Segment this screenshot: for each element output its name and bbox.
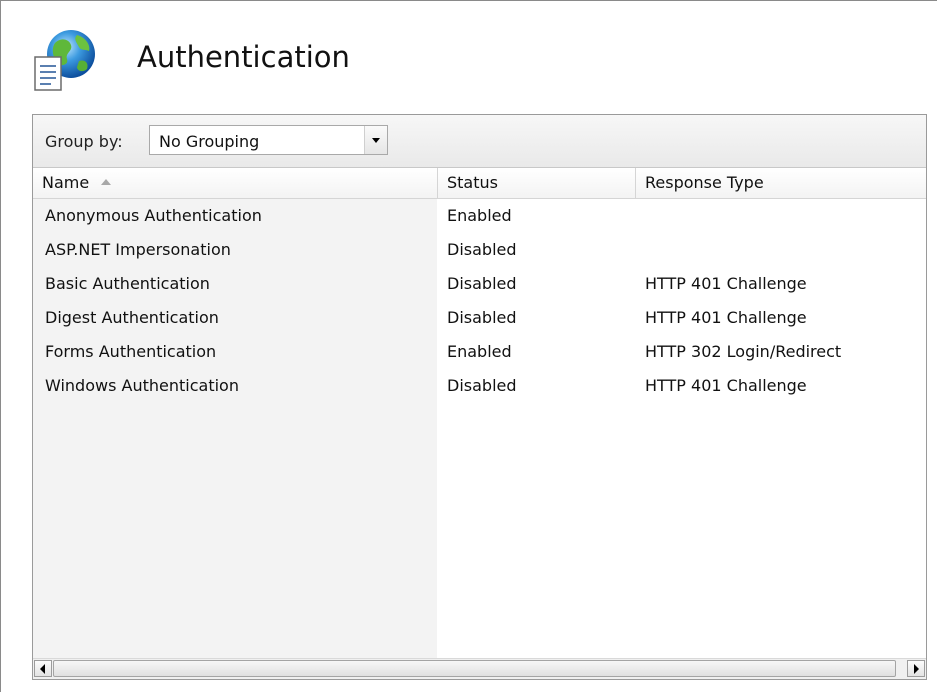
chevron-down-icon[interactable] [364,126,387,154]
row-status: Disabled [447,376,517,395]
table-row[interactable]: Forms Authentication Enabled HTTP 302 Lo… [33,337,926,371]
globe-document-icon [31,27,101,95]
row-name: Forms Authentication [45,342,217,361]
row-status: Disabled [447,308,517,327]
scroll-left-icon[interactable] [34,660,52,677]
column-header-name-label: Name [42,173,90,192]
group-by-label: Group by: [45,132,123,151]
column-header-row: Name Status Response Type [33,168,926,199]
scroll-right-icon[interactable] [907,660,925,677]
row-status: Enabled [447,342,512,361]
row-status: Disabled [447,240,517,259]
sort-ascending-icon [101,179,112,185]
group-by-bar: Group by: No Grouping [33,115,926,168]
table-row[interactable]: Basic Authentication Disabled HTTP 401 C… [33,269,926,303]
page-header: Authentication [31,23,631,103]
page-title: Authentication [137,40,350,74]
table-row[interactable]: Anonymous Authentication Enabled [33,201,926,235]
group-by-dropdown[interactable]: No Grouping [149,125,388,155]
authentication-rows: Anonymous Authentication Enabled ASP.NET… [33,201,926,405]
group-by-selected-value: No Grouping [159,132,260,151]
row-response-type: HTTP 401 Challenge [645,308,807,327]
row-response-type: HTTP 401 Challenge [645,274,807,293]
row-status: Disabled [447,274,517,293]
row-name: ASP.NET Impersonation [45,240,231,259]
row-name: Digest Authentication [45,308,219,327]
row-response-type: HTTP 302 Login/Redirect [645,342,842,361]
table-row[interactable]: Windows Authentication Disabled HTTP 401… [33,371,926,405]
row-name: Anonymous Authentication [45,206,262,225]
table-row[interactable]: ASP.NET Impersonation Disabled [33,235,926,269]
column-header-response-type[interactable]: Response Type [636,168,926,198]
row-response-type: HTTP 401 Challenge [645,376,807,395]
scrollbar-thumb[interactable] [53,660,896,677]
window-frame: Authentication Group by: No Grouping Nam… [0,0,937,692]
column-header-status[interactable]: Status [438,168,636,198]
authentication-list-panel: Group by: No Grouping Name Status Respon… [32,114,927,680]
row-name: Basic Authentication [45,274,210,293]
horizontal-scrollbar[interactable] [33,658,926,679]
table-row[interactable]: Digest Authentication Disabled HTTP 401 … [33,303,926,337]
column-header-name[interactable]: Name [33,168,438,198]
row-status: Enabled [447,206,512,225]
row-name: Windows Authentication [45,376,239,395]
